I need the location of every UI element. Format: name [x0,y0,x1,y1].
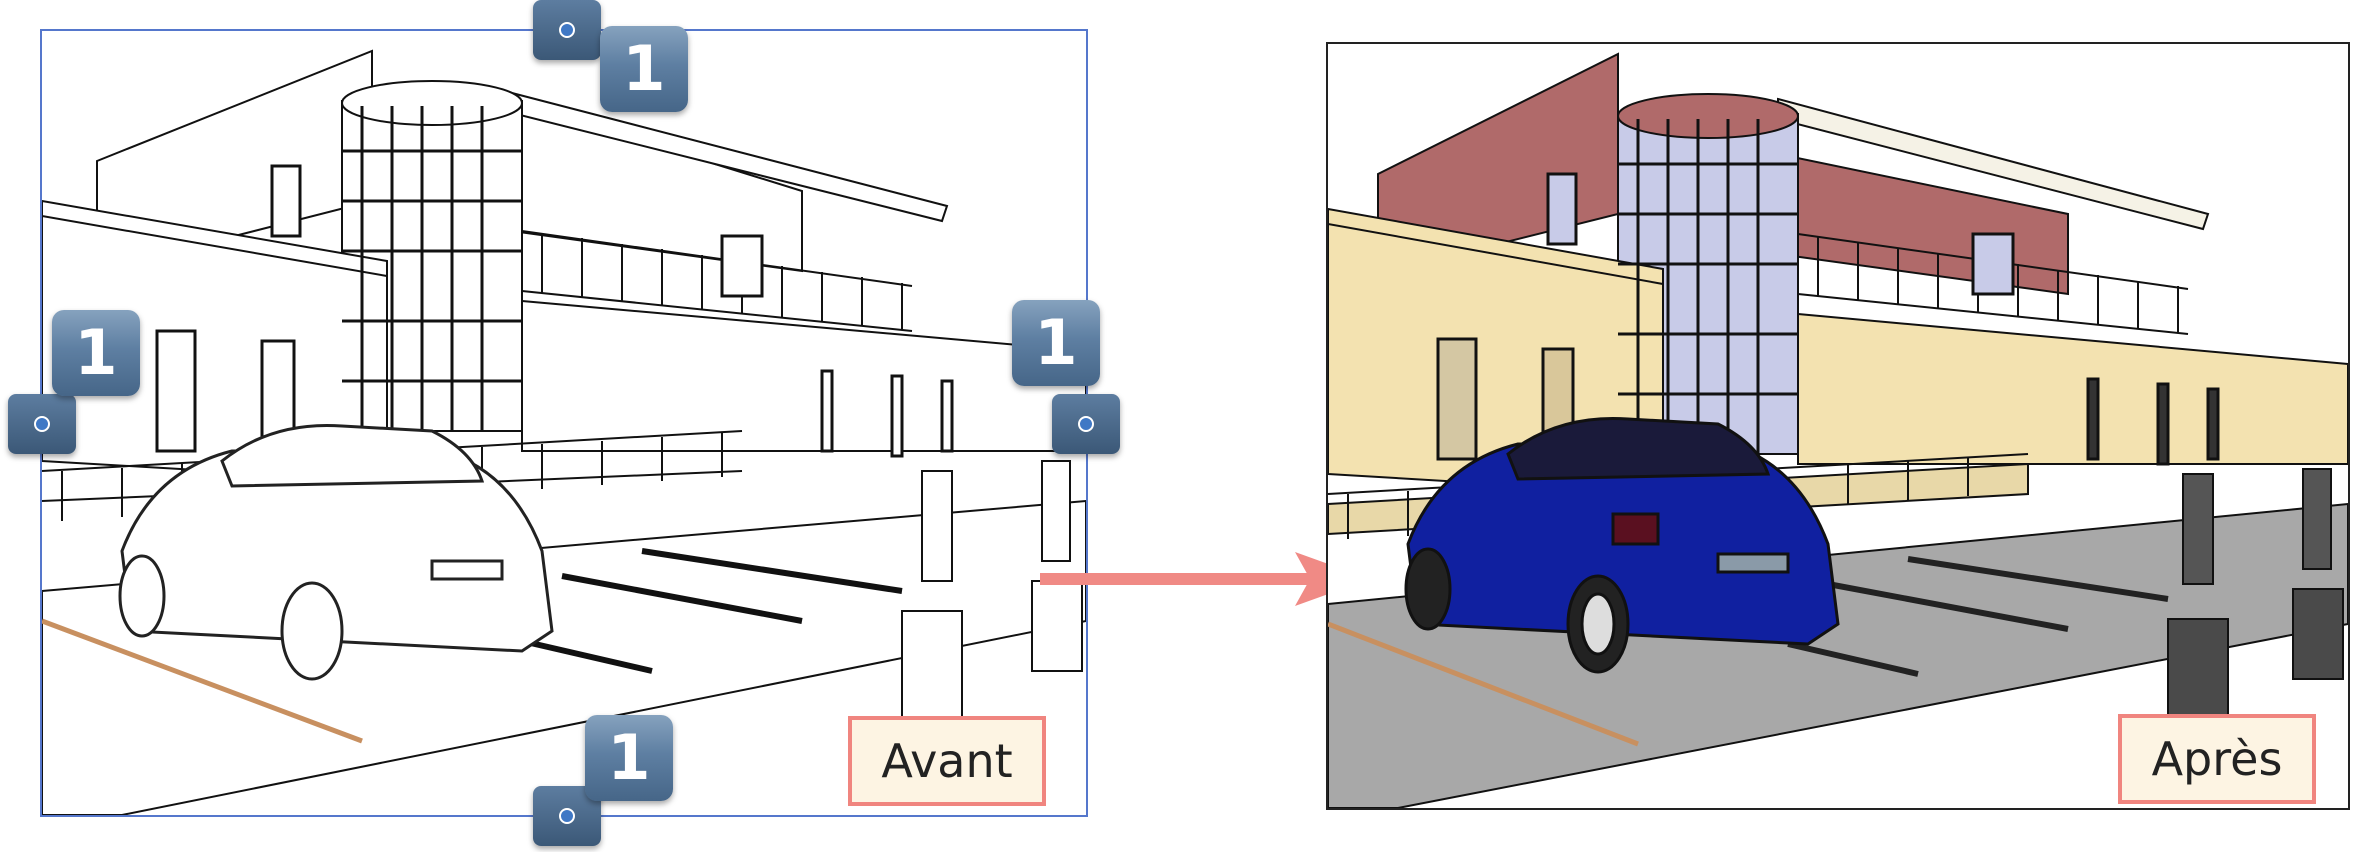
after-label: Après [2118,714,2316,804]
number-badge-bottom: 1 [585,715,673,801]
resize-handle-right[interactable] [1052,394,1120,454]
badge-number: 1 [74,316,118,389]
badge-number: 1 [622,32,666,105]
after-scene [1328,52,2348,808]
after-label-text: Après [2151,732,2283,786]
badge-number: 1 [607,721,651,794]
number-badge-left: 1 [52,310,140,396]
right-arrow-icon [1040,552,1370,606]
number-badge-top: 1 [600,26,688,112]
before-label-text: Avant [881,734,1013,788]
right-wing [521,299,1086,452]
after-image-panel: Après [1326,42,2350,810]
resize-handle-left[interactable] [8,394,76,454]
before-image-panel[interactable]: Avant [40,29,1088,817]
before-scene [42,49,1086,815]
resize-handle-top[interactable] [533,0,601,60]
badge-number: 1 [1034,306,1078,379]
number-badge-right: 1 [1012,300,1100,386]
before-label: Avant [848,716,1046,806]
right-wing-beige [1797,312,2348,465]
